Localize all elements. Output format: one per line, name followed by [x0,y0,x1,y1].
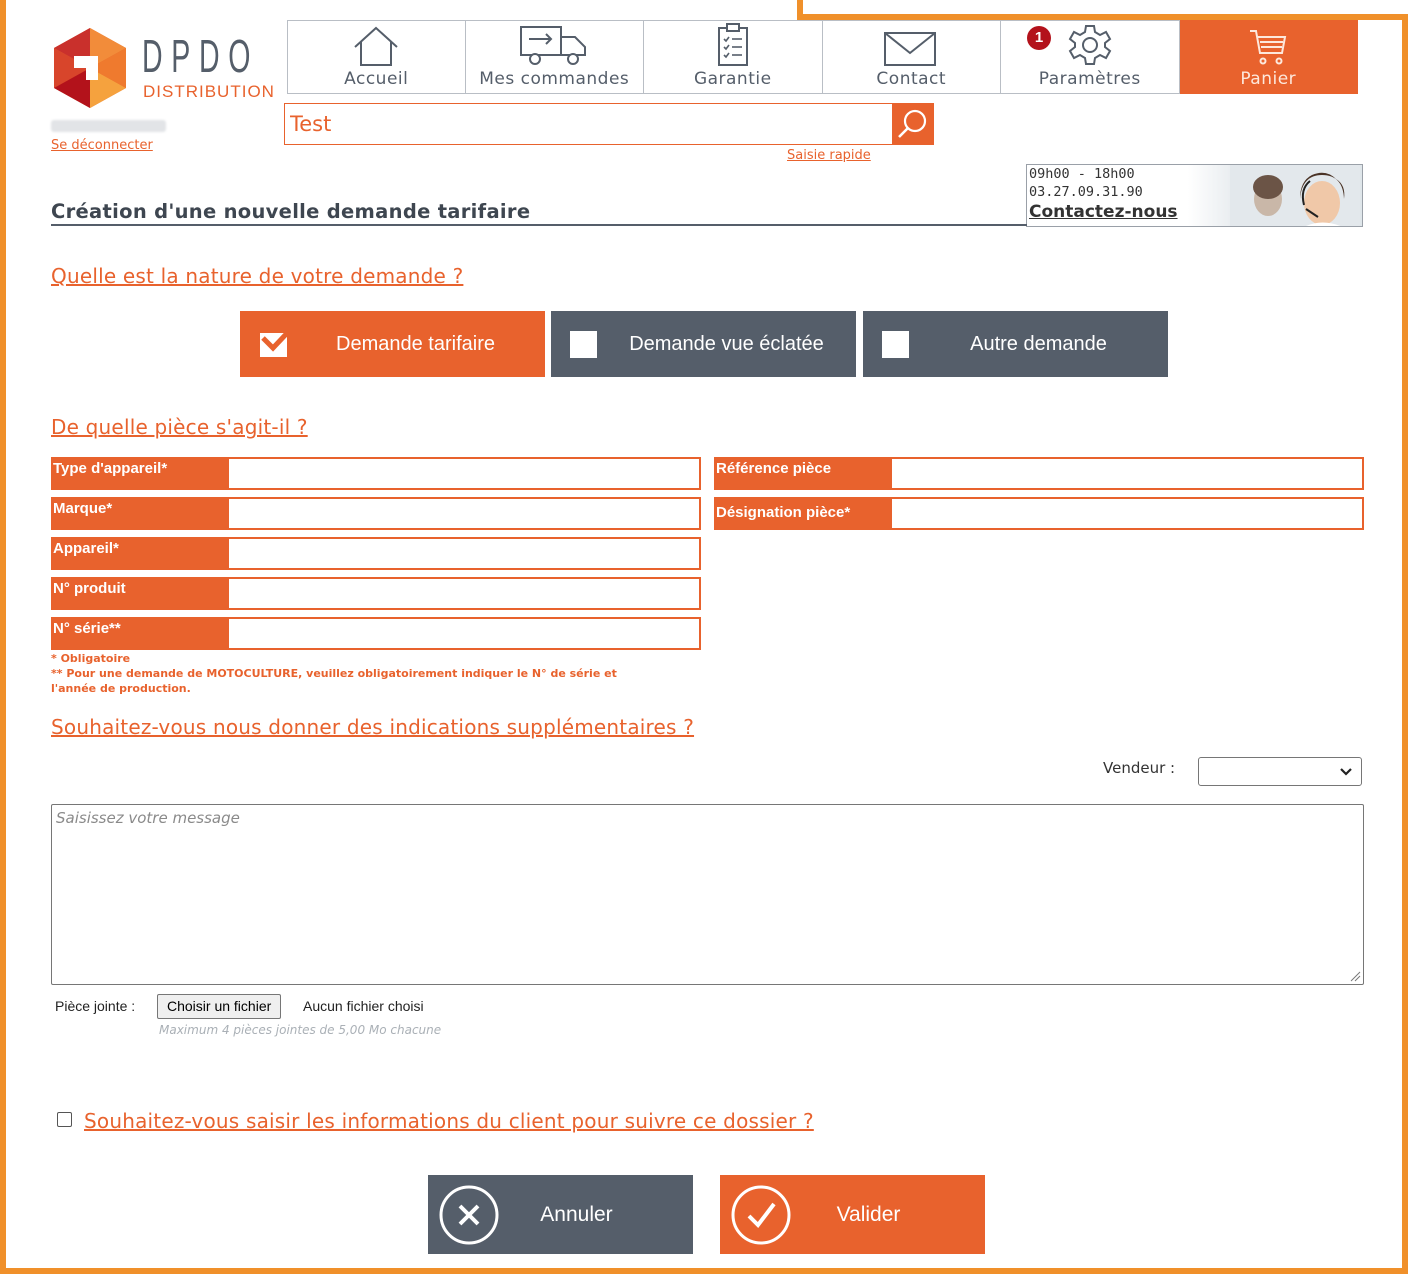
nav-contact[interactable]: Contact [822,20,1001,94]
message-placeholder: Saisissez votre message [56,809,240,827]
notification-count: 1 [1027,26,1051,50]
field-numero-produit: N° produit [51,577,701,610]
designation-piece-input[interactable] [892,499,1362,528]
field-designation-piece: Désignation pièce* [714,497,1364,530]
required-note: * Obligatoire [51,652,131,665]
truck-icon [520,26,587,65]
request-type-autre[interactable]: Autre demande [863,311,1168,377]
field-label: Marque* [53,499,229,528]
resize-handle-icon[interactable] [1349,970,1361,982]
numero-produit-input[interactable] [229,579,699,608]
nav-panier[interactable]: Panier [1179,20,1358,94]
nav-label: Panier [1240,69,1297,89]
request-type-label: Autre demande [970,332,1107,355]
checkbox-empty-icon [882,330,909,358]
quick-entry-link[interactable]: Saisie rapide [787,148,871,163]
field-numero-serie: N° série** [51,617,701,650]
submit-label: Valider [836,1202,901,1226]
attachment-status: Aucun fichier choisi [303,998,424,1014]
dpdo-logo[interactable]: DPDO DISTRIBUTION [50,26,274,110]
motoculture-note: ** Pour une demande de MOTOCULTURE, veui… [51,667,617,680]
chevron-down-icon [1340,768,1352,776]
field-label: Type d'appareil* [53,459,229,488]
request-type-vue-eclatee[interactable]: Demande vue éclatée [551,311,856,377]
message-textarea[interactable]: Saisissez votre message [51,804,1364,985]
field-label: N° série** [53,619,229,648]
clipboard-icon [717,23,748,66]
type-appareil-input[interactable] [229,459,699,488]
attachment-label: Pièce jointe : [55,998,136,1014]
field-label: Appareil* [53,539,229,568]
client-info-checkbox[interactable] [57,1112,72,1127]
field-label: Référence pièce [716,459,892,488]
form-notes: * Obligatoire ** Pour une demande de MOT… [51,651,617,696]
close-circle-icon [439,1185,499,1244]
nav-label: Contact [876,69,947,89]
field-appareil: Appareil* [51,537,701,570]
logo-wordmark: DPDO [142,30,260,82]
numero-serie-input[interactable] [229,619,699,648]
motoculture-note: l'année de production. [51,682,191,695]
search-input[interactable] [285,104,892,144]
mail-icon [884,32,937,66]
title-divider [51,224,1027,226]
nav-label: Garantie [693,69,772,89]
nav-mes-commandes[interactable]: Mes commandes [465,20,644,94]
request-type-label: Demande vue éclatée [629,332,824,355]
request-type-label: Demande tarifaire [336,332,495,355]
attachment-hint: Maximum 4 pièces jointes de 5,00 Mo chac… [159,1023,442,1037]
vendeur-select[interactable] [1198,757,1362,786]
gear-icon [1068,25,1112,65]
nav-label: Paramètres [1038,69,1141,89]
field-label: N° produit [53,579,229,608]
support-agent-image [1230,165,1360,226]
nav-label: Mes commandes [479,69,630,89]
nav-garantie[interactable]: Garantie [644,20,823,94]
search-icon [897,109,926,138]
cancel-label: Annuler [540,1202,613,1226]
contact-box: 09h00 - 18h00 03.27.09.31.90 Contactez-n… [1026,164,1363,227]
nav-label: Accueil [344,69,409,89]
checked-icon [259,327,292,358]
cancel-button[interactable]: Annuler [428,1175,693,1254]
nav-accueil[interactable]: Accueil [287,20,466,94]
logo-subtitle: DISTRIBUTION [143,82,275,101]
logout-link[interactable]: Se déconnecter [51,138,153,153]
search-bar [284,103,934,145]
checkbox-empty-icon [570,330,597,358]
marque-input[interactable] [229,499,699,528]
page-title: Création d'une nouvelle demande tarifair… [51,200,531,223]
field-marque: Marque* [51,497,701,530]
section-piece-heading: De quelle pièce s'agit-il ? [51,415,308,439]
main-nav: Accueil Mes commandes Garantie Contact P… [287,20,1358,94]
section-indications-heading: Souhaitez-vous nous donner des indicatio… [51,715,695,739]
choose-file-button[interactable]: Choisir un fichier [157,994,282,1019]
home-icon [354,26,398,66]
check-circle-icon [731,1185,791,1244]
search-button[interactable] [892,104,933,144]
vendeur-label: Vendeur : [1103,759,1176,777]
field-label: Désignation pièce* [716,499,892,528]
appareil-input[interactable] [229,539,699,568]
reference-piece-input[interactable] [892,459,1362,488]
user-name-blurred [51,120,166,132]
section-nature-heading: Quelle est la nature de votre demande ? [51,264,464,288]
logo-mark-icon [54,28,126,108]
field-reference-piece: Référence pièce [714,457,1364,490]
client-info-question[interactable]: Souhaitez-vous saisir les informations d… [84,1109,814,1133]
field-type-appareil: Type d'appareil* [51,457,701,490]
request-type-tarifaire[interactable]: Demande tarifaire [240,311,545,377]
submit-button[interactable]: Valider [720,1175,985,1254]
cart-icon [1250,30,1287,65]
